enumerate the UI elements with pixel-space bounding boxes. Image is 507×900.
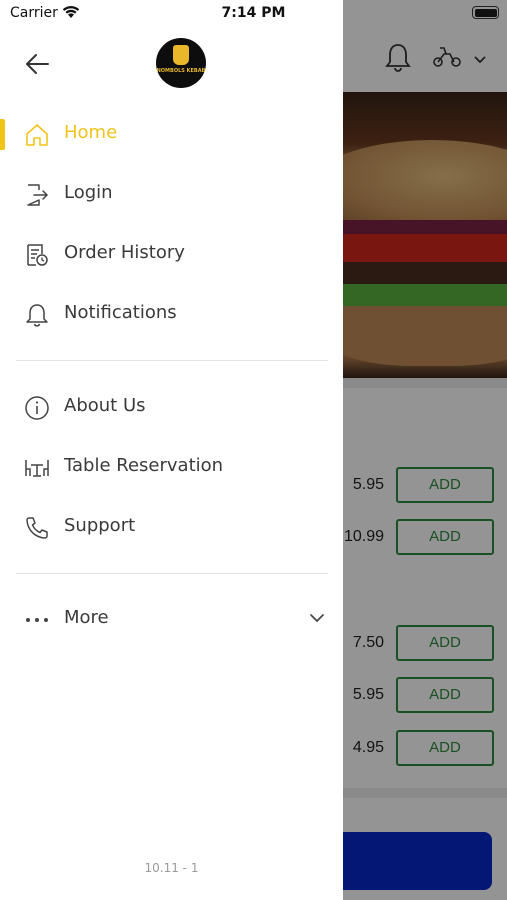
menu-item-label: Login (64, 182, 113, 203)
app-version: 10.11 - 1 (144, 861, 199, 875)
home-icon (24, 122, 50, 148)
menu-item-table-reservation[interactable]: Table Reservation (0, 443, 343, 491)
menu-divider (16, 573, 328, 574)
table-icon (24, 455, 50, 481)
status-bar: Carrier 7:14 PM (0, 0, 507, 28)
restaurant-logo: NOMBOLS KEBAB (156, 38, 206, 88)
clock-time: 7:14 PM (221, 5, 286, 21)
login-icon (24, 182, 50, 208)
menu-item-login[interactable]: Login (0, 170, 343, 218)
menu-item-order-history[interactable]: Order History (0, 230, 343, 278)
phone-icon (24, 515, 50, 541)
menu-item-label: Order History (64, 242, 185, 263)
menu-item-about-us[interactable]: About Us (0, 383, 343, 431)
menu-item-label: Support (64, 515, 136, 536)
menu-item-label: More (64, 607, 109, 628)
chevron-down-icon[interactable] (309, 611, 325, 629)
more-dots-icon (24, 607, 50, 633)
battery-icon (472, 6, 499, 19)
menu-item-notifications[interactable]: Notifications (0, 290, 343, 338)
back-arrow-icon[interactable] (24, 50, 52, 78)
navigation-drawer: NOMBOLS KEBAB Home Login Order History N… (0, 0, 343, 900)
menu-item-home[interactable]: Home (0, 110, 343, 158)
info-icon (24, 395, 50, 421)
menu-divider (16, 360, 328, 361)
menu-item-more[interactable]: More (0, 595, 343, 643)
bell-icon (24, 302, 50, 328)
logo-text: NOMBOLS KEBAB (156, 68, 206, 74)
menu-item-support[interactable]: Support (0, 503, 343, 551)
order-history-icon (24, 242, 50, 268)
menu-item-label: About Us (64, 395, 146, 416)
menu-item-label: Notifications (64, 302, 177, 323)
menu-item-label: Home (64, 122, 118, 143)
menu-item-label: Table Reservation (64, 455, 224, 476)
